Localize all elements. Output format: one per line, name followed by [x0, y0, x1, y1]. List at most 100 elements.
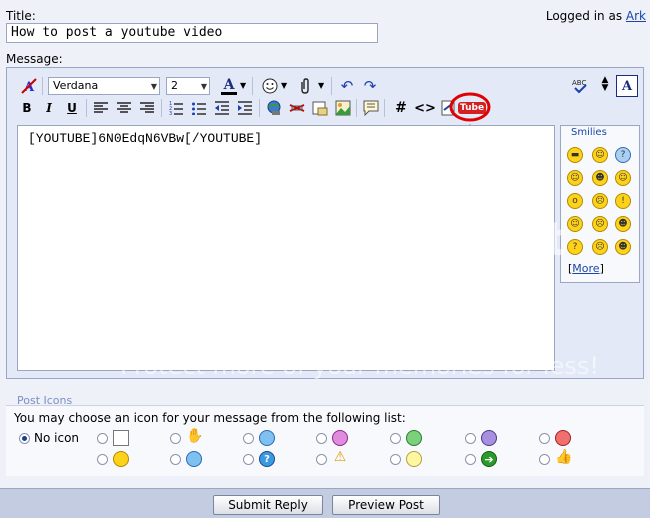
outdent-icon[interactable]	[212, 98, 232, 118]
bold-button[interactable]: B	[17, 98, 37, 118]
smile-smiley-icon[interactable]: ☺	[592, 147, 608, 163]
post-icon-radio[interactable]	[243, 454, 254, 465]
post-icon-radio[interactable]	[539, 433, 550, 444]
attachment-icon[interactable]	[295, 76, 315, 96]
post-icon-radio[interactable]	[243, 433, 254, 444]
post-icon-radio[interactable]	[465, 454, 476, 465]
font-color-swatch	[221, 91, 237, 95]
font-select[interactable]: Verdana ▼	[48, 77, 160, 95]
quote-svg	[363, 100, 379, 116]
svg-text:3: 3	[169, 111, 172, 115]
smile-blue-icon	[259, 430, 275, 446]
action-bar	[0, 488, 650, 518]
redface-smiley-icon[interactable]: ☺	[567, 216, 583, 232]
post-icon-radio[interactable]	[465, 433, 476, 444]
insert-image-icon[interactable]	[333, 98, 353, 118]
smilies-title: Smilies	[571, 127, 607, 138]
cool-smiley-icon[interactable]: ▬	[567, 147, 583, 163]
laugh-smiley-icon[interactable]: ☻	[615, 239, 631, 255]
grin-smiley-icon[interactable]: ☺	[567, 170, 583, 186]
submit-reply-button[interactable]: Submit Reply	[213, 495, 323, 515]
ordered-list-icon[interactable]: 123	[166, 98, 186, 118]
no-icon-radio[interactable]	[19, 433, 30, 444]
wrap-code-hash-button[interactable]: #	[391, 98, 411, 118]
post-icon-radio[interactable]	[170, 433, 181, 444]
post-icon-radio[interactable]	[97, 454, 108, 465]
font-select-value: Verdana	[53, 79, 99, 92]
toolbar-separator	[161, 99, 162, 117]
indent-icon[interactable]	[235, 98, 255, 118]
insert-smiley-icon[interactable]	[260, 76, 280, 96]
toolbar-separator	[86, 99, 87, 117]
toolbar-separator	[331, 77, 332, 95]
editor-mode-glyph: A	[621, 78, 633, 94]
chevron-down-icon: ▼	[150, 82, 157, 91]
thumbs-up-icon: 👍	[555, 449, 573, 465]
tongue-smiley-icon[interactable]: ☻	[615, 216, 631, 232]
annotation-circle	[449, 92, 491, 122]
underline-button[interactable]: U	[62, 98, 82, 118]
post-icons-instructions: You may choose an icon for your message …	[14, 411, 406, 425]
grin-green-icon	[406, 430, 422, 446]
lightbulb-icon	[406, 451, 422, 467]
post-icon-radio[interactable]	[316, 433, 327, 444]
resize-icon[interactable]: ▲ ▼	[595, 74, 615, 94]
exclamation-smiley-icon[interactable]: !	[615, 193, 631, 209]
redo-icon[interactable]: ↷	[360, 76, 380, 96]
username-link[interactable]: Ark	[626, 9, 646, 23]
size-select-value: 2	[171, 79, 178, 92]
unordered-list-svg	[192, 102, 206, 115]
cool-blue-icon	[186, 451, 202, 467]
unlink-icon[interactable]	[287, 98, 307, 118]
align-right-svg	[140, 102, 154, 113]
insert-email-icon[interactable]	[310, 98, 330, 118]
chevron-down-icon[interactable]: ▼	[240, 81, 246, 90]
sad-smiley-icon[interactable]: ☹	[592, 239, 608, 255]
preview-post-button[interactable]: Preview Post	[332, 495, 440, 515]
thumbs-down-icon: ✋	[186, 428, 204, 444]
spellcheck-icon[interactable]: ABC	[570, 76, 590, 96]
quote-icon[interactable]	[361, 98, 381, 118]
eek-smiley-icon[interactable]: o	[567, 193, 583, 209]
image-svg	[335, 100, 351, 116]
post-icon-radio[interactable]	[316, 454, 327, 465]
title-input[interactable]: How to post a youtube video	[6, 23, 378, 43]
wink-smiley-icon[interactable]: ☺	[615, 170, 631, 186]
remove-format-icon[interactable]: A	[19, 76, 39, 96]
remove-format-icon-svg: A	[21, 78, 37, 94]
frown-smiley-icon[interactable]: ☹	[592, 216, 608, 232]
chevron-down-icon: ▼	[200, 82, 207, 91]
indent-svg	[238, 101, 252, 115]
align-left-svg	[94, 102, 108, 113]
size-select[interactable]: 2 ▼	[166, 77, 210, 95]
wrap-html-code-button[interactable]: <>	[414, 98, 436, 118]
switch-editor-mode-icon[interactable]: A	[616, 75, 638, 97]
font-color-button[interactable]: A	[219, 76, 239, 96]
chevron-down-icon[interactable]: ▼	[281, 81, 287, 90]
chevron-down-icon[interactable]: ▼	[318, 81, 324, 90]
undo-icon[interactable]: ↶	[337, 76, 357, 96]
toolbar-separator	[356, 99, 357, 117]
message-textarea[interactable]: [YOUTUBE]6N0EdqN6VBw[/YOUTUBE]	[17, 125, 555, 371]
align-center-icon[interactable]	[114, 98, 134, 118]
post-icon-radio[interactable]	[390, 454, 401, 465]
post-icon-radio[interactable]	[170, 454, 181, 465]
globe-link-svg	[267, 100, 281, 115]
toolbar-separator	[384, 99, 385, 117]
question-smiley-icon[interactable]: ?	[567, 239, 583, 255]
confused-smiley-icon[interactable]: ?	[615, 147, 631, 163]
post-icon-radio[interactable]	[97, 433, 108, 444]
mad-smiley-icon[interactable]: ☹	[592, 193, 608, 209]
insert-link-icon[interactable]	[264, 98, 284, 118]
align-left-icon[interactable]	[91, 98, 111, 118]
align-right-icon[interactable]	[137, 98, 157, 118]
outdent-svg	[215, 101, 229, 115]
biggrin-smiley-icon[interactable]: ☻	[592, 170, 608, 186]
post-icon-radio[interactable]	[539, 454, 550, 465]
unordered-list-icon[interactable]	[189, 98, 209, 118]
logged-in-status: Logged in as Ark	[546, 9, 646, 23]
post-icon-radio[interactable]	[390, 433, 401, 444]
unlink-svg	[289, 104, 305, 112]
italic-button[interactable]: I	[39, 98, 59, 118]
more-smilies-link[interactable]: More	[572, 262, 599, 275]
